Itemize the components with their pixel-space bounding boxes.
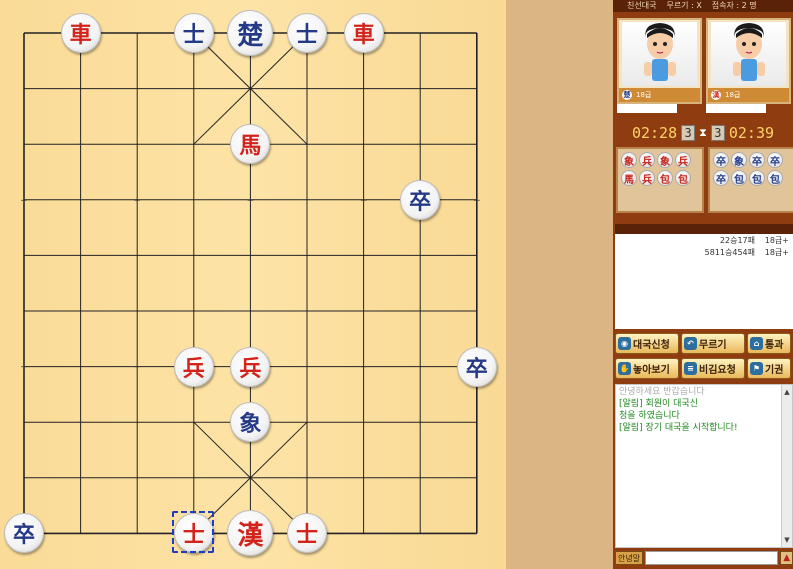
captured-piece: 包 [675,170,691,186]
captured-piece: 兵 [639,152,655,168]
hand-icon: ✋ [618,362,631,375]
svg-text:+: + [20,363,28,373]
scroll-up-icon[interactable]: ▲ [782,387,792,397]
svg-text:+: + [416,418,424,428]
user-record: 22승17패 [719,235,755,245]
action-buttons: ◉ 대국신청 ↶ 무르기 ⌂ 통과 ✋ 놓아보기 ≡ 비김요청 ⚑ 기권 [615,333,793,380]
captured-piece: 卒 [713,152,729,168]
svg-text:+: + [360,196,368,206]
user-list: 22승17패 18급+ 5811승454패 18급+ [615,234,793,329]
player-level: 18급 [725,91,741,99]
player-name-right [706,104,766,113]
game-piece[interactable]: 卒 [400,179,441,220]
captured-piece: 兵 [675,152,691,168]
board-frame [506,0,613,569]
chat-line: 청을 하였습니다 [619,411,680,421]
captured-piece: 象 [657,152,673,168]
room-type: 친선대국 [627,1,657,10]
captured-piece: 包 [749,170,765,186]
svg-text:+: + [20,196,28,206]
player-info: 漢 18급 [708,88,789,102]
user-grade: 18급+ [764,235,789,245]
request-icon: ◉ [618,337,631,350]
player-name-left [617,104,677,113]
avatar [711,22,786,86]
room-info-bar: 친선대국 무르기 : X 접속자 : 2 명 [613,0,793,12]
side-panel: 친선대국 무르기 : X 접속자 : 2 명 楚 18급 漢 18급 02:28… [613,0,793,569]
captured-piece: 兵 [639,170,655,186]
draw-request-button[interactable]: ≡ 비김요청 [681,358,745,379]
player-avatar-right[interactable]: 漢 18급 [706,18,791,104]
game-piece[interactable]: 士 [173,13,214,53]
captured-pieces-right: 卒象卒卒卒包包包 [708,147,793,213]
captured-piece: 卒 [749,152,765,168]
chat-input-row: 안녕말 ▲ [613,550,793,566]
player-avatar-left[interactable]: 楚 18급 [617,18,702,104]
left-move-count: 3 [681,125,696,141]
send-icon[interactable]: ▲ [780,551,793,565]
user-record: 5811승454패 [704,247,755,257]
svg-text:+: + [77,140,85,150]
captured-piece: 象 [621,152,637,168]
player-level: 18급 [636,91,652,99]
scroll-down-icon[interactable]: ▼ [782,535,792,545]
game-piece[interactable]: 車 [343,13,384,53]
captured-piece: 象 [731,152,747,168]
player-info: 楚 18급 [619,88,700,102]
resign-button[interactable]: ⚑ 기권 [747,358,791,379]
pass-icon: ⌂ [750,337,763,350]
left-time: 02:28 [631,124,678,142]
svg-text:+: + [416,140,424,150]
right-move-count: 3 [710,125,725,141]
captured-piece: 包 [767,170,783,186]
chat-line: 안녕하세요 반갑습니다 [619,387,705,397]
draw-icon: ≡ [684,362,697,375]
game-piece[interactable]: 士 [171,511,214,554]
svg-text:+: + [133,196,141,206]
request-game-button[interactable]: ◉ 대국신청 [615,333,679,354]
side-tag: 楚 [622,90,632,100]
captured-piece: 卒 [713,170,729,186]
game-piece[interactable]: 車 [60,13,101,53]
place-piece-button[interactable]: ✋ 놓아보기 [615,358,679,379]
avatar [622,22,697,86]
captured-piece: 包 [657,170,673,186]
svg-text:+: + [360,363,368,373]
svg-text:+: + [77,418,85,428]
user-grade: 18급+ [764,247,789,257]
viewer-count: 접속자 : 2 명 [711,1,757,10]
captured-pieces-left: 象兵象兵馬兵包包 [616,147,704,213]
svg-text:+: + [247,196,255,206]
captured-piece: 馬 [621,170,637,186]
resign-icon: ⚑ [750,362,763,375]
list-item[interactable]: 22승17패 18급+ [615,234,793,246]
svg-text:+: + [133,363,141,373]
chat-line: [알림] 회원이 대국신 [619,399,698,409]
game-piece[interactable]: 卒 [456,346,497,387]
chat-line: [알림] 장기 대국을 시작합니다! [619,423,738,433]
undo-status: 무르기 : X [666,1,702,10]
captured-piece: 包 [731,170,747,186]
pass-button[interactable]: ⌂ 통과 [747,333,791,354]
game-piece[interactable]: 兵 [173,346,214,387]
hourglass-icon: ⧗ [699,126,707,139]
side-tag: 漢 [711,90,721,100]
undo-button[interactable]: ↶ 무르기 [681,333,745,354]
chat-scrollbar[interactable]: ▲ ▼ [781,385,792,547]
janggi-board-area: ++++++++++++++ 車士楚士車馬卒兵兵卒象卒士漢士 [0,0,506,569]
chat-log[interactable]: 안녕하세요 반갑습니다 [알림] 회원이 대국신 청을 하였습니다 [알림] 장… [615,384,793,548]
captured-piece: 卒 [767,152,783,168]
undo-icon: ↶ [684,337,697,350]
chat-mode-label[interactable]: 안녕말 [615,551,644,565]
user-list-header [615,224,793,234]
right-time: 02:39 [728,124,775,142]
svg-text:+: + [473,196,481,206]
game-piece[interactable]: 士 [287,13,327,53]
game-timer: 02:28 3 ⧗ 3 02:39 [613,122,793,144]
chat-input[interactable] [645,551,779,565]
board-grid: ++++++++++++++ [20,32,481,535]
list-item[interactable]: 5811승454패 18급+ [615,246,793,258]
game-piece[interactable]: 兵 [230,346,271,387]
